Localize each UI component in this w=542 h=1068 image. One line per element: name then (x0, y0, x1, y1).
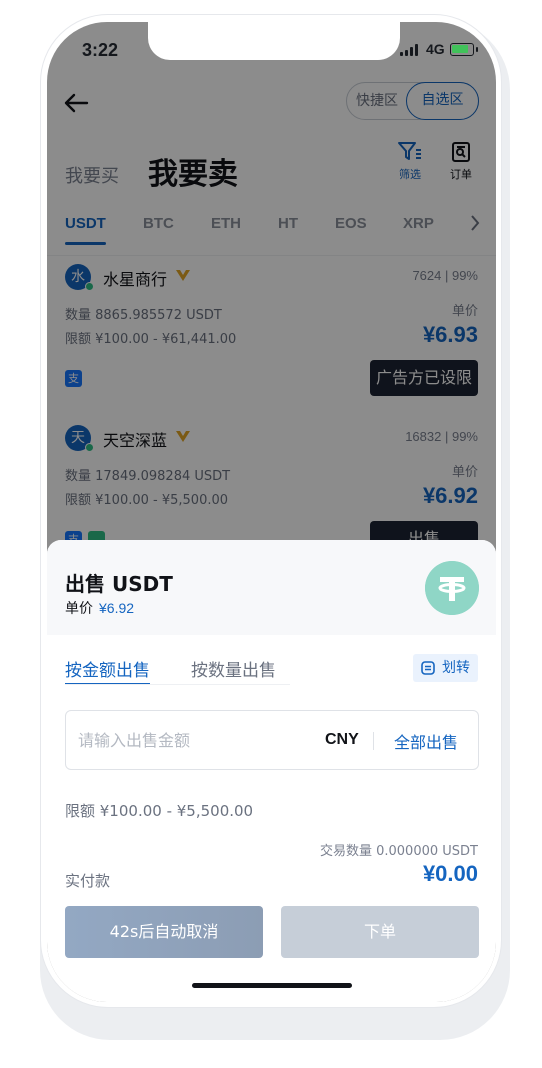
sheet-title: 出售 USDT (65, 572, 173, 596)
tab-divider (65, 684, 290, 685)
paid-amount: ¥0.00 (422, 861, 478, 886)
sell-all-button[interactable]: 全部出售 (394, 729, 458, 753)
unit-price-value: ¥6.92 (99, 600, 135, 616)
place-order-button[interactable]: 下单 (281, 906, 479, 958)
phone-screen: 3:22 4G 快捷区 自选区 我要买 我要卖 筛选 订单 USDT BTC E… (47, 22, 496, 1002)
sheet-header: 出售 USDT 单价 ¥6.92 (47, 540, 496, 635)
battery-icon (450, 43, 478, 56)
network-label: 4G (426, 41, 445, 57)
transfer-button[interactable]: 划转 (413, 654, 478, 682)
sheet-unit-price: 单价 ¥6.92 (65, 598, 134, 618)
notch (148, 22, 400, 60)
home-indicator[interactable] (192, 983, 352, 988)
field-divider (373, 732, 374, 750)
tether-logo-icon (425, 561, 479, 615)
tab-sell-by-quantity[interactable]: 按数量出售 (191, 656, 276, 686)
unit-price-label: 单价 (65, 601, 93, 617)
amount-field: CNY 全部出售 (65, 710, 479, 770)
paid-label: 实付款 (65, 872, 111, 890)
trade-volume: 交易数量 0.000000 USDT (319, 844, 478, 859)
signal-icon (400, 44, 418, 56)
tab-sell-by-amount[interactable]: 按金额出售 (65, 656, 150, 686)
amount-input[interactable] (78, 725, 298, 755)
sell-sheet: 出售 USDT 单价¥6.92 按金额出售 按数量出售 划转 CNY 全部出售 … (47, 540, 496, 1002)
status-time: 3:22 (82, 40, 119, 60)
limit-text: 限额 ¥100.00 - ¥5,500.00 (65, 802, 254, 820)
transfer-icon (421, 661, 435, 675)
auto-cancel-button[interactable]: 42s后自动取消 (65, 906, 263, 958)
currency-label: CNY (325, 731, 359, 748)
transfer-label: 划转 (442, 660, 470, 676)
